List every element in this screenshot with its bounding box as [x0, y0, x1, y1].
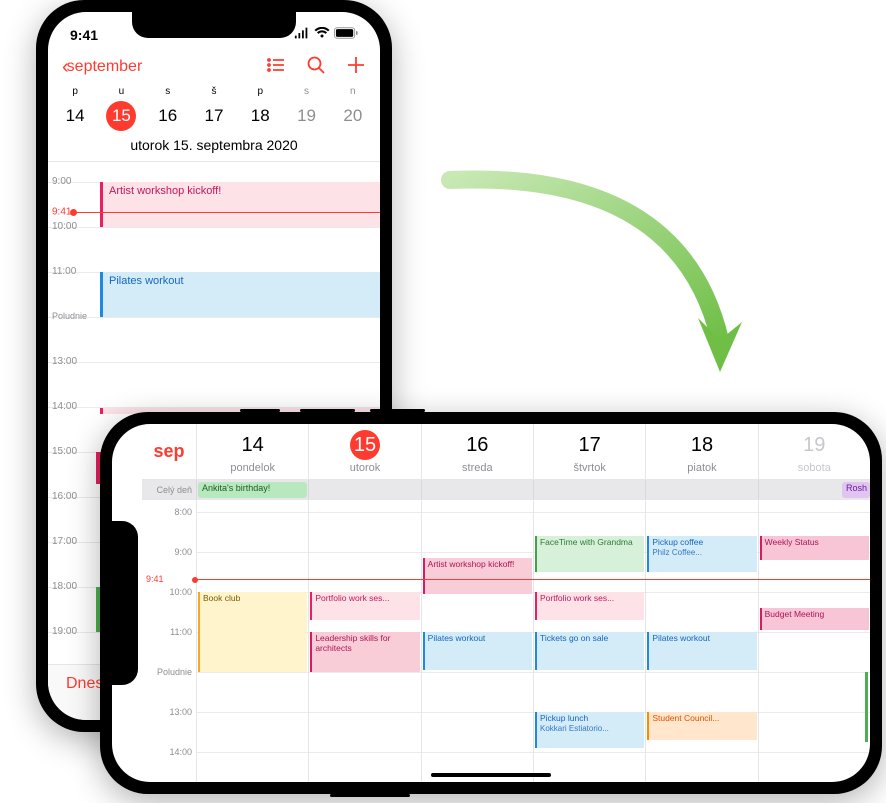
hour-label: Poludnie [52, 311, 87, 321]
hour-label: 10:00 [52, 221, 77, 232]
weekday-header: p14 u15 s16 š17 p18 s19 n20 [48, 86, 380, 131]
calendar-event[interactable]: Tickets go on sale [535, 632, 644, 670]
hour-label: 8:00 [174, 507, 192, 517]
weekday-col[interactable]: p14 [52, 86, 98, 131]
hour-label: 10:00 [169, 587, 192, 597]
calendar-event[interactable]: Pickup coffeePhilz Coffee... [647, 536, 756, 572]
hour-label: 17:00 [52, 536, 77, 547]
hour-label: 9:00 [52, 176, 71, 187]
hour-label: Poludnie [157, 667, 192, 677]
today-button[interactable]: Dnes [66, 675, 103, 693]
month-label[interactable]: sep [142, 424, 196, 479]
weekday-col[interactable]: s16 [145, 86, 191, 131]
calendar-event[interactable]: Budget Meeting [760, 608, 869, 630]
phone-landscape-frame: sep 14pondelok 15utorok 16streda 17štvrt… [100, 412, 882, 794]
hour-label: 16:00 [52, 491, 77, 502]
search-icon[interactable] [306, 55, 326, 80]
calendar-event[interactable]: Portfolio work ses... [535, 592, 644, 620]
weekday-col[interactable]: n20 [330, 86, 376, 131]
weekday-col[interactable]: p18 [237, 86, 283, 131]
hour-label: 11:00 [52, 266, 76, 277]
add-event-icon[interactable] [346, 55, 366, 80]
day-column[interactable]: Book club [196, 500, 308, 782]
date-title: utorok 15. septembra 2020 [48, 131, 380, 162]
calendar-event[interactable]: Pilates workout [100, 272, 380, 317]
day-column[interactable]: Artist workshop kickoff! Pilates workout [421, 500, 533, 782]
hour-label: 15:00 [52, 446, 77, 457]
day-column[interactable]: Portfolio work ses... Leadership skills … [308, 500, 420, 782]
hour-label: 18:00 [52, 581, 77, 592]
calendar-event[interactable]: Artist workshop kickoff! [423, 558, 532, 594]
back-label: september [67, 58, 143, 76]
all-day-row: Celý deň Ankita's birthday! Rosh [142, 480, 870, 500]
notch [112, 521, 138, 685]
hour-label: 13:00 [52, 356, 77, 367]
calendar-event[interactable]: Artist workshop kickoff! [100, 182, 380, 227]
cellular-signal-icon [294, 26, 310, 44]
hour-label: 19:00 [52, 626, 77, 637]
calendar-event[interactable]: Weekly Status [760, 536, 869, 560]
calendar-event[interactable]: Portfolio work ses... [310, 592, 419, 620]
current-time-label: 9:41 [146, 574, 164, 584]
hour-label: 9:00 [174, 547, 192, 557]
all-day-label: Celý deň [142, 480, 196, 499]
status-time: 9:41 [70, 27, 98, 43]
day-column-header[interactable]: 14pondelok [196, 424, 308, 479]
day-column-header[interactable]: 15utorok [308, 424, 420, 479]
home-indicator[interactable] [431, 773, 551, 777]
day-column[interactable]: Pickup coffeePhilz Coffee... Pilates wor… [645, 500, 757, 782]
back-button[interactable]: ‹ september [62, 56, 142, 79]
day-column[interactable]: Weekly Status Budget Meeting [758, 500, 870, 782]
calendar-event[interactable]: Leadership skills for architects [310, 632, 419, 672]
notch [132, 12, 296, 38]
current-time-indicator [74, 212, 380, 213]
hour-label: 11:00 [170, 627, 192, 637]
weekday-col[interactable]: š17 [191, 86, 237, 131]
hour-label: 13:00 [169, 707, 192, 717]
weekday-col[interactable]: u15 [98, 86, 144, 131]
battery-icon [334, 26, 358, 44]
nav-header: ‹ september [48, 52, 380, 86]
calendar-event[interactable]: Pickup lunchKokkari Estiatorio... [535, 712, 644, 748]
hour-label: 14:00 [52, 401, 77, 412]
current-time-label: 9:41 [52, 207, 71, 218]
calendar-event[interactable]: Student Council... [647, 712, 756, 740]
calendar-event[interactable]: Pilates workout [647, 632, 756, 670]
hour-label: 14:00 [169, 747, 192, 757]
day-column[interactable]: FaceTime with Grandma Portfolio work ses… [533, 500, 645, 782]
calendar-event[interactable]: FaceTime with Grandma [535, 536, 644, 572]
time-rail: 8:00 9:00 10:00 11:00 Poludnie 13:00 14:… [142, 500, 196, 782]
week-schedule-grid[interactable]: 8:00 9:00 10:00 11:00 Poludnie 13:00 14:… [142, 500, 870, 782]
all-day-event[interactable]: Rosh [842, 482, 870, 498]
calendar-event-marker[interactable] [865, 672, 868, 742]
list-view-icon[interactable] [266, 55, 286, 80]
weekday-col[interactable]: s19 [283, 86, 329, 131]
calendar-event[interactable]: Book club [198, 592, 307, 672]
calendar-event[interactable]: Pilates workout [423, 632, 532, 670]
rotation-arrow-icon [420, 160, 780, 440]
all-day-event[interactable]: Ankita's birthday! [198, 482, 307, 498]
wifi-icon [314, 26, 330, 44]
current-time-indicator [196, 579, 870, 580]
